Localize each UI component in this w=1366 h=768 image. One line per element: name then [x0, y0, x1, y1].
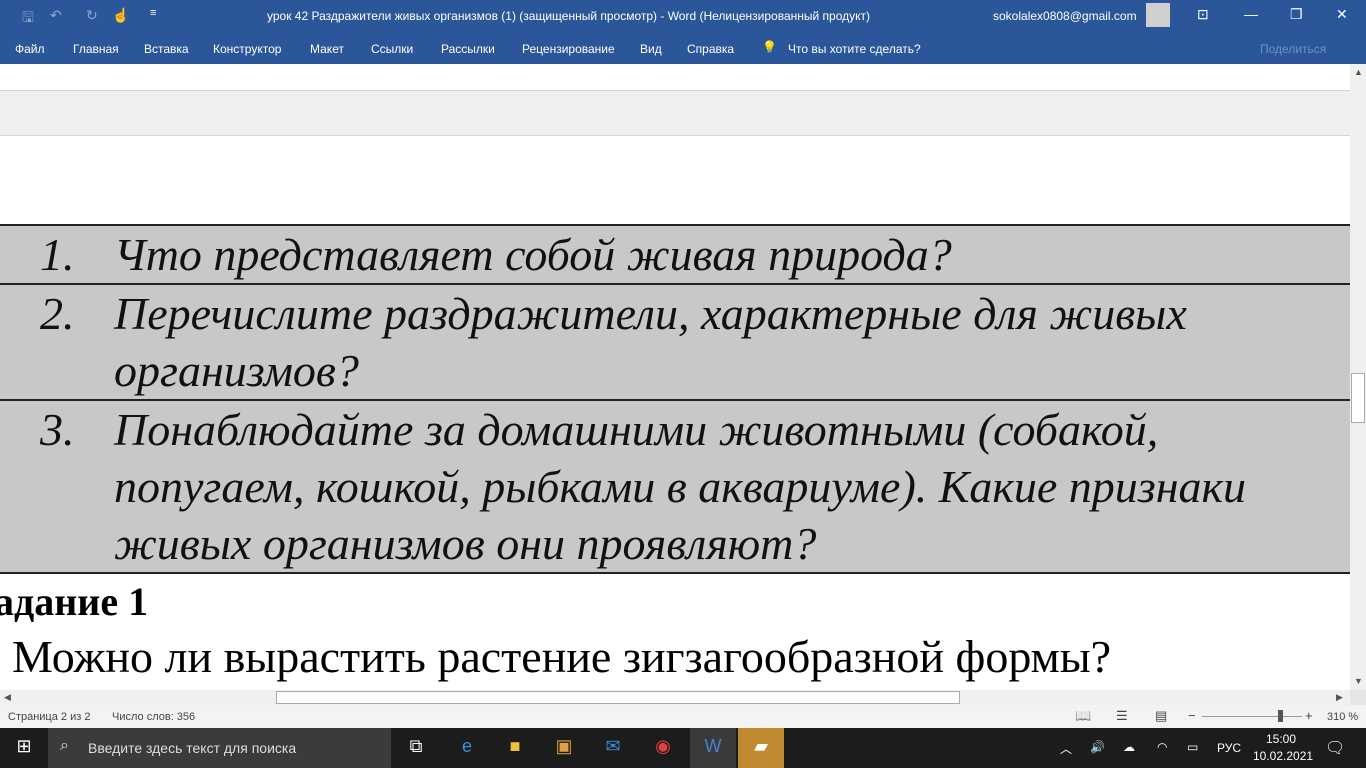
- zoom-slider[interactable]: [1202, 716, 1302, 717]
- tab-design[interactable]: Конструктор: [213, 42, 281, 56]
- tab-review[interactable]: Рецензирование: [522, 42, 615, 56]
- page-gap: [0, 90, 1350, 136]
- clock-time[interactable]: 15:00: [1266, 732, 1296, 746]
- zoom-in-button[interactable]: +: [1305, 708, 1313, 723]
- edge-icon[interactable]: e: [455, 736, 479, 760]
- battery-icon[interactable]: ▭: [1187, 740, 1198, 754]
- scroll-up-icon[interactable]: ▲: [1354, 67, 1363, 77]
- table-row: 2. Перечислите раздражители, характерные …: [0, 283, 1350, 399]
- horizontal-scroll-thumb[interactable]: [276, 691, 960, 704]
- ribbon-display-icon[interactable]: ⊡: [1197, 6, 1209, 23]
- lightbulb-icon: 💡: [762, 40, 777, 54]
- tray-chevron-icon[interactable]: ︿: [1060, 740, 1072, 757]
- scroll-down-icon[interactable]: ▼: [1354, 676, 1363, 686]
- word-count[interactable]: Число слов: 356: [112, 711, 195, 723]
- share-button[interactable]: Поделиться: [1260, 42, 1326, 56]
- file-explorer-icon[interactable]: ■: [503, 736, 527, 760]
- tab-file[interactable]: Файл: [15, 42, 45, 56]
- tell-me-input[interactable]: Что вы хотите сделать?: [788, 42, 921, 56]
- ribbon-tabs: Файл Главная Вставка Конструктор Макет С…: [0, 32, 1366, 64]
- avatar[interactable]: [1146, 3, 1170, 27]
- chrome-icon[interactable]: ◉: [651, 736, 675, 760]
- minimize-button[interactable]: —: [1244, 6, 1258, 22]
- volume-icon[interactable]: 🔊: [1090, 740, 1105, 754]
- network-icon[interactable]: ◠: [1157, 740, 1167, 754]
- restore-button[interactable]: ❐: [1290, 6, 1303, 23]
- word-icon[interactable]: W: [690, 728, 736, 768]
- window-title: урок 42 Раздражители живых организмов (1…: [267, 9, 871, 23]
- page-count[interactable]: Страница 2 из 2: [8, 711, 90, 723]
- table-row: 1. Что представляет собой живая природа?: [0, 224, 1350, 283]
- tab-insert[interactable]: Вставка: [144, 42, 189, 56]
- input-language[interactable]: РУС: [1217, 741, 1241, 755]
- table-row: 3. Понаблюдайте за домашними животными (с…: [0, 399, 1350, 574]
- search-placeholder: Введите здесь текст для поиска: [88, 740, 297, 756]
- mail-icon[interactable]: ✉: [601, 736, 625, 760]
- print-layout-icon[interactable]: ☰: [1116, 708, 1128, 724]
- notifications-icon[interactable]: 🗨: [1325, 738, 1345, 758]
- zoom-out-button[interactable]: −: [1188, 708, 1196, 723]
- tab-view[interactable]: Вид: [640, 42, 662, 56]
- zoom-slider-thumb[interactable]: [1278, 710, 1283, 722]
- title-bar: 🖫 ↶ ↻ ☝ ≡ урок 42 Раздражители живых орг…: [0, 0, 1366, 32]
- taskbar-search[interactable]: ⌕ Введите здесь текст для поиска: [48, 728, 391, 768]
- zoom-level[interactable]: 310 %: [1327, 711, 1358, 723]
- taskbar: ⊞ ⌕ Введите здесь текст для поиска ⧉ e ■…: [0, 728, 1366, 768]
- close-button[interactable]: ✕: [1336, 6, 1348, 23]
- tab-layout[interactable]: Макет: [310, 42, 344, 56]
- web-layout-icon[interactable]: ▤: [1155, 708, 1167, 724]
- file-manager-icon[interactable]: ▰: [738, 728, 784, 768]
- questions-table: 1. Что представляет собой живая природа? …: [0, 224, 1350, 574]
- undo-icon[interactable]: ↶: [50, 7, 62, 24]
- task-heading: адание 1: [0, 579, 149, 624]
- customize-toolbar-icon[interactable]: ≡: [150, 7, 156, 19]
- scroll-left-icon[interactable]: ◀: [4, 692, 11, 703]
- task-question: Можно ли вырастить растение зигзагообраз…: [12, 631, 1112, 682]
- scroll-right-icon[interactable]: ▶: [1336, 692, 1343, 703]
- save-icon[interactable]: 🖫: [22, 7, 34, 31]
- redo-icon[interactable]: ↻: [86, 7, 98, 24]
- clock-date[interactable]: 10.02.2021: [1253, 749, 1313, 763]
- onedrive-icon[interactable]: ☁: [1123, 740, 1135, 754]
- vertical-scroll-thumb[interactable]: [1351, 373, 1365, 423]
- search-icon: ⌕: [60, 737, 69, 754]
- document-area[interactable]: 1. Что представляет собой живая природа? …: [0, 64, 1350, 690]
- touch-mode-icon[interactable]: ☝: [112, 7, 129, 24]
- tab-home[interactable]: Главная: [73, 42, 119, 56]
- start-icon[interactable]: ⊞: [12, 736, 36, 760]
- read-mode-icon[interactable]: 📖: [1075, 708, 1091, 724]
- tab-help[interactable]: Справка: [687, 42, 734, 56]
- status-bar: Страница 2 из 2 Число слов: 356 📖 ☰ ▤ − …: [0, 705, 1366, 728]
- store-icon[interactable]: ▣: [552, 736, 576, 760]
- task-view-icon[interactable]: ⧉: [404, 736, 428, 760]
- account-email[interactable]: sokolalex0808@gmail.com: [993, 9, 1137, 23]
- tab-references[interactable]: Ссылки: [371, 42, 413, 56]
- tab-mailings[interactable]: Рассылки: [441, 42, 495, 56]
